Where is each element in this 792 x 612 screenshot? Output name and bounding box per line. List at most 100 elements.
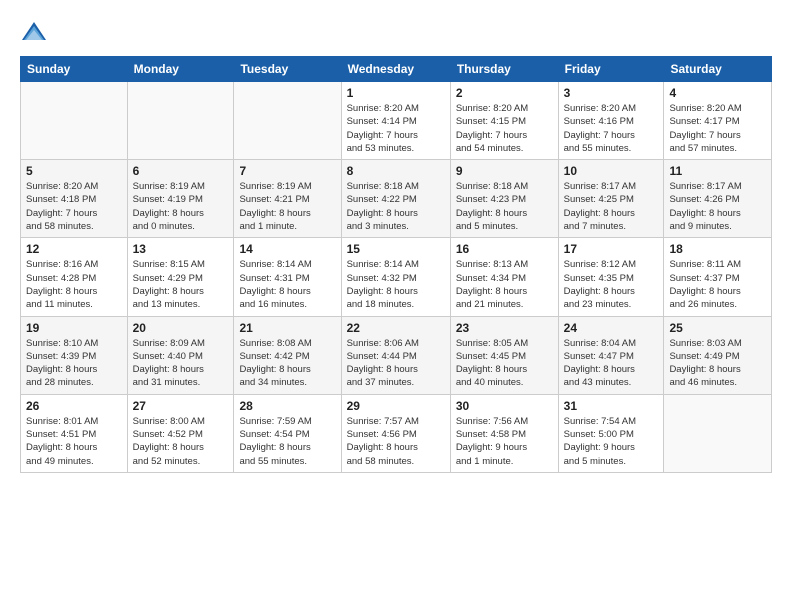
day-info: Sunrise: 8:19 AM Sunset: 4:21 PM Dayligh… <box>239 180 335 233</box>
day-number: 12 <box>26 242 122 256</box>
day-cell: 26 Sunrise: 8:01 AM Sunset: 4:51 PM Dayli… <box>21 394 128 472</box>
day-cell: 27 Sunrise: 8:00 AM Sunset: 4:52 PM Dayli… <box>127 394 234 472</box>
day-info: Sunrise: 8:14 AM Sunset: 4:31 PM Dayligh… <box>239 258 335 311</box>
day-info: Sunrise: 8:08 AM Sunset: 4:42 PM Dayligh… <box>239 337 335 390</box>
day-info: Sunrise: 8:13 AM Sunset: 4:34 PM Dayligh… <box>456 258 553 311</box>
day-cell: 6 Sunrise: 8:19 AM Sunset: 4:19 PM Daylig… <box>127 160 234 238</box>
day-cell: 23Sunrise: 8:05 AM Sunset: 4:45 PM Dayli… <box>450 316 558 394</box>
logo <box>20 18 52 46</box>
col-header-tuesday: Tuesday <box>234 57 341 82</box>
day-number: 5 <box>26 164 122 178</box>
day-number: 9 <box>456 164 553 178</box>
day-cell: 11 Sunrise: 8:17 AM Sunset: 4:26 PM Dayli… <box>664 160 772 238</box>
col-header-monday: Monday <box>127 57 234 82</box>
week-row-5: 26 Sunrise: 8:01 AM Sunset: 4:51 PM Dayli… <box>21 394 772 472</box>
day-number: 13 <box>133 242 229 256</box>
day-cell: 8Sunrise: 8:18 AM Sunset: 4:22 PM Daylig… <box>341 160 450 238</box>
col-header-wednesday: Wednesday <box>341 57 450 82</box>
day-info: Sunrise: 8:20 AM Sunset: 4:17 PM Dayligh… <box>669 102 766 155</box>
day-cell <box>21 82 128 160</box>
day-info: Sunrise: 8:04 AM Sunset: 4:47 PM Dayligh… <box>564 337 659 390</box>
col-header-thursday: Thursday <box>450 57 558 82</box>
day-cell: 10Sunrise: 8:17 AM Sunset: 4:25 PM Dayli… <box>558 160 664 238</box>
day-info: Sunrise: 8:20 AM Sunset: 4:18 PM Dayligh… <box>26 180 122 233</box>
day-cell: 4 Sunrise: 8:20 AM Sunset: 4:17 PM Daylig… <box>664 82 772 160</box>
header-row: SundayMondayTuesdayWednesdayThursdayFrid… <box>21 57 772 82</box>
day-number: 17 <box>564 242 659 256</box>
day-info: Sunrise: 8:11 AM Sunset: 4:37 PM Dayligh… <box>669 258 766 311</box>
header <box>20 18 772 46</box>
day-info: Sunrise: 8:15 AM Sunset: 4:29 PM Dayligh… <box>133 258 229 311</box>
day-cell: 14 Sunrise: 8:14 AM Sunset: 4:31 PM Dayli… <box>234 238 341 316</box>
week-row-3: 12 Sunrise: 8:16 AM Sunset: 4:28 PM Dayli… <box>21 238 772 316</box>
day-number: 27 <box>133 399 229 413</box>
day-cell <box>127 82 234 160</box>
day-number: 6 <box>133 164 229 178</box>
day-number: 29 <box>347 399 445 413</box>
day-info: Sunrise: 8:14 AM Sunset: 4:32 PM Dayligh… <box>347 258 445 311</box>
day-cell: 13 Sunrise: 8:15 AM Sunset: 4:29 PM Dayli… <box>127 238 234 316</box>
day-number: 14 <box>239 242 335 256</box>
day-number: 21 <box>239 321 335 335</box>
col-header-sunday: Sunday <box>21 57 128 82</box>
day-number: 22 <box>347 321 445 335</box>
day-number: 4 <box>669 86 766 100</box>
day-cell: 1Sunrise: 8:20 AM Sunset: 4:14 PM Daylig… <box>341 82 450 160</box>
day-cell <box>664 394 772 472</box>
logo-icon <box>20 18 48 46</box>
day-number: 8 <box>347 164 445 178</box>
day-number: 15 <box>347 242 445 256</box>
day-info: Sunrise: 8:10 AM Sunset: 4:39 PM Dayligh… <box>26 337 122 390</box>
day-cell: 5 Sunrise: 8:20 AM Sunset: 4:18 PM Daylig… <box>21 160 128 238</box>
day-info: Sunrise: 8:16 AM Sunset: 4:28 PM Dayligh… <box>26 258 122 311</box>
calendar-table: SundayMondayTuesdayWednesdayThursdayFrid… <box>20 56 772 473</box>
day-info: Sunrise: 7:59 AM Sunset: 4:54 PM Dayligh… <box>239 415 335 468</box>
day-number: 31 <box>564 399 659 413</box>
day-cell: 18Sunrise: 8:11 AM Sunset: 4:37 PM Dayli… <box>664 238 772 316</box>
day-cell: 9Sunrise: 8:18 AM Sunset: 4:23 PM Daylig… <box>450 160 558 238</box>
day-info: Sunrise: 7:57 AM Sunset: 4:56 PM Dayligh… <box>347 415 445 468</box>
day-cell: 31 Sunrise: 7:54 AM Sunset: 5:00 PM Dayli… <box>558 394 664 472</box>
day-info: Sunrise: 7:54 AM Sunset: 5:00 PM Dayligh… <box>564 415 659 468</box>
day-info: Sunrise: 8:03 AM Sunset: 4:49 PM Dayligh… <box>669 337 766 390</box>
day-number: 30 <box>456 399 553 413</box>
day-number: 24 <box>564 321 659 335</box>
day-cell: 20Sunrise: 8:09 AM Sunset: 4:40 PM Dayli… <box>127 316 234 394</box>
day-number: 1 <box>347 86 445 100</box>
day-info: Sunrise: 8:20 AM Sunset: 4:16 PM Dayligh… <box>564 102 659 155</box>
day-info: Sunrise: 8:20 AM Sunset: 4:15 PM Dayligh… <box>456 102 553 155</box>
day-info: Sunrise: 8:06 AM Sunset: 4:44 PM Dayligh… <box>347 337 445 390</box>
week-row-4: 19Sunrise: 8:10 AM Sunset: 4:39 PM Dayli… <box>21 316 772 394</box>
day-cell: 7 Sunrise: 8:19 AM Sunset: 4:21 PM Daylig… <box>234 160 341 238</box>
day-info: Sunrise: 8:01 AM Sunset: 4:51 PM Dayligh… <box>26 415 122 468</box>
day-cell: 24 Sunrise: 8:04 AM Sunset: 4:47 PM Dayli… <box>558 316 664 394</box>
day-number: 11 <box>669 164 766 178</box>
day-info: Sunrise: 8:17 AM Sunset: 4:26 PM Dayligh… <box>669 180 766 233</box>
day-number: 3 <box>564 86 659 100</box>
day-cell: 15 Sunrise: 8:14 AM Sunset: 4:32 PM Dayli… <box>341 238 450 316</box>
day-cell: 19Sunrise: 8:10 AM Sunset: 4:39 PM Dayli… <box>21 316 128 394</box>
day-cell: 21 Sunrise: 8:08 AM Sunset: 4:42 PM Dayli… <box>234 316 341 394</box>
day-cell: 12 Sunrise: 8:16 AM Sunset: 4:28 PM Dayli… <box>21 238 128 316</box>
week-row-1: 1Sunrise: 8:20 AM Sunset: 4:14 PM Daylig… <box>21 82 772 160</box>
week-row-2: 5 Sunrise: 8:20 AM Sunset: 4:18 PM Daylig… <box>21 160 772 238</box>
day-info: Sunrise: 8:00 AM Sunset: 4:52 PM Dayligh… <box>133 415 229 468</box>
day-number: 25 <box>669 321 766 335</box>
day-info: Sunrise: 8:12 AM Sunset: 4:35 PM Dayligh… <box>564 258 659 311</box>
day-cell: 17 Sunrise: 8:12 AM Sunset: 4:35 PM Dayli… <box>558 238 664 316</box>
day-number: 28 <box>239 399 335 413</box>
day-number: 2 <box>456 86 553 100</box>
day-cell: 25 Sunrise: 8:03 AM Sunset: 4:49 PM Dayli… <box>664 316 772 394</box>
day-number: 20 <box>133 321 229 335</box>
day-number: 26 <box>26 399 122 413</box>
page: SundayMondayTuesdayWednesdayThursdayFrid… <box>0 0 792 612</box>
day-info: Sunrise: 8:17 AM Sunset: 4:25 PM Dayligh… <box>564 180 659 233</box>
day-cell: 30Sunrise: 7:56 AM Sunset: 4:58 PM Dayli… <box>450 394 558 472</box>
day-cell: 16Sunrise: 8:13 AM Sunset: 4:34 PM Dayli… <box>450 238 558 316</box>
day-number: 7 <box>239 164 335 178</box>
col-header-saturday: Saturday <box>664 57 772 82</box>
day-info: Sunrise: 8:19 AM Sunset: 4:19 PM Dayligh… <box>133 180 229 233</box>
day-cell: 2 Sunrise: 8:20 AM Sunset: 4:15 PM Daylig… <box>450 82 558 160</box>
day-cell: 3 Sunrise: 8:20 AM Sunset: 4:16 PM Daylig… <box>558 82 664 160</box>
day-cell: 28 Sunrise: 7:59 AM Sunset: 4:54 PM Dayli… <box>234 394 341 472</box>
